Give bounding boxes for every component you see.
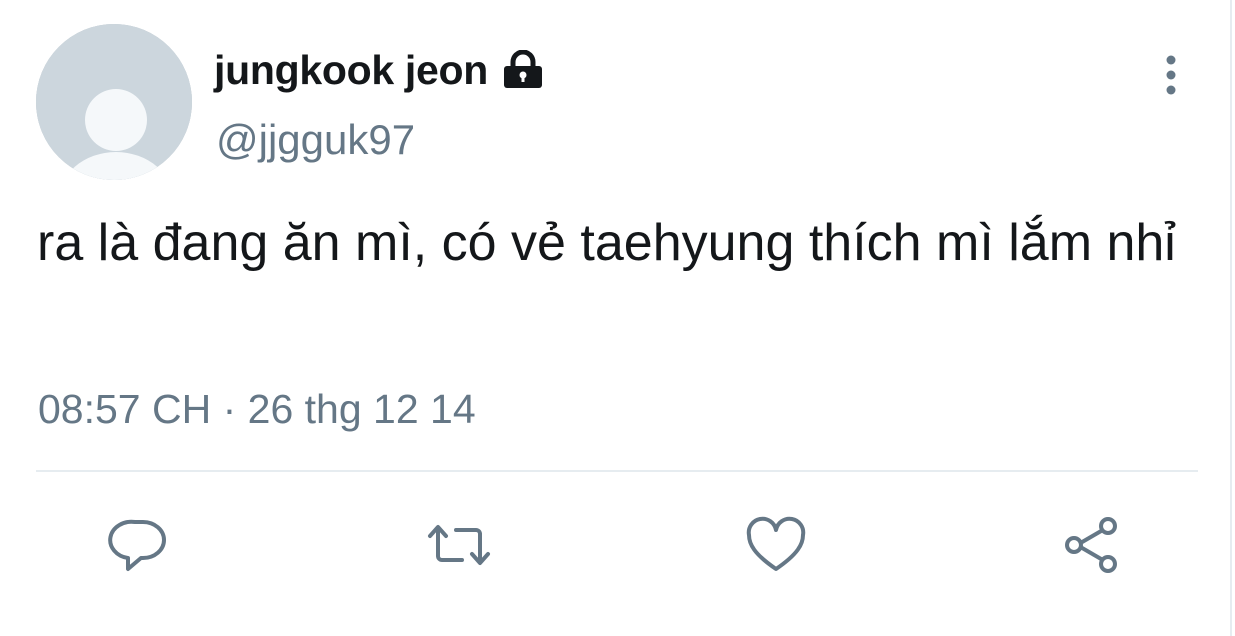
tweet-timestamp[interactable]: 08:57 CH · 26 thg 12 14 xyxy=(38,386,476,433)
retweet-button[interactable] xyxy=(424,514,494,576)
lock-icon xyxy=(500,49,546,90)
display-name[interactable]: jungkook jeon xyxy=(214,47,488,94)
share-icon xyxy=(1065,517,1117,573)
divider xyxy=(36,470,1198,472)
reply-button[interactable] xyxy=(108,514,170,576)
default-avatar-icon xyxy=(36,24,192,180)
retweet-icon xyxy=(428,525,490,565)
heart-icon xyxy=(746,516,806,571)
more-vertical-icon[interactable] xyxy=(1152,52,1190,98)
right-border xyxy=(1230,0,1232,636)
author-row: jungkook jeon xyxy=(214,44,546,96)
username-handle[interactable]: @jjgguk97 xyxy=(216,116,415,164)
tweet-text: ra là đang ăn mì, có vẻ taehyung thích m… xyxy=(37,214,1176,272)
share-button[interactable] xyxy=(1062,514,1124,576)
reply-icon xyxy=(108,519,166,571)
avatar[interactable] xyxy=(36,24,192,180)
tweet-card: jungkook jeon @jjgguk97 ra là đang ăn mì… xyxy=(0,0,1235,636)
like-button[interactable] xyxy=(744,514,808,576)
